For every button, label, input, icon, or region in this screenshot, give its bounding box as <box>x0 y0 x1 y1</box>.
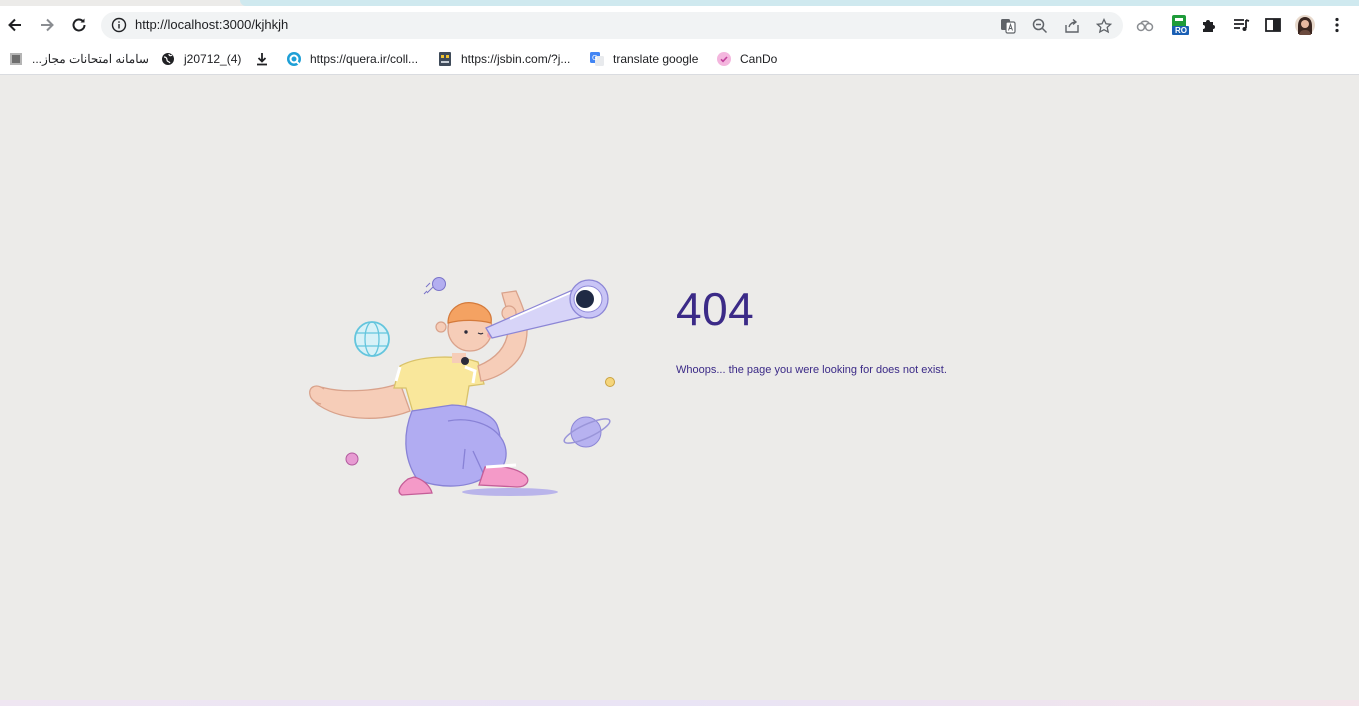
address-bar[interactable]: http://localhost:3000/kjhkjh <box>101 12 1123 39</box>
bookmark-download[interactable] <box>254 49 278 69</box>
bookmark-label: j20712_(4) <box>184 52 242 66</box>
bookmark-star-icon[interactable] <box>1095 17 1113 35</box>
bookmark-exam-portal[interactable]: سامانه امتحانات مجاز... <box>8 49 149 69</box>
bookmark-label: https://jsbin.com/?j... <box>461 52 571 66</box>
share-icon[interactable] <box>1063 17 1081 35</box>
extensions-puzzle-icon[interactable] <box>1198 14 1220 36</box>
profile-avatar[interactable] <box>1294 14 1316 36</box>
quera-icon <box>286 51 302 67</box>
bookmark-jsbin[interactable]: https://jsbin.com/?j... <box>437 49 570 69</box>
bookmark-label: CanDo <box>740 52 778 66</box>
url-text[interactable]: http://localhost:3000/kjhkjh <box>135 17 288 32</box>
error-code-heading: 404 <box>676 283 755 335</box>
telescope-boy-illustration <box>300 271 620 506</box>
google-translate-icon: G <box>589 51 605 67</box>
forward-button[interactable] <box>36 14 58 36</box>
globe-icon <box>160 51 176 67</box>
exam-portal-icon <box>8 51 24 67</box>
jsbin-icon <box>437 51 453 67</box>
browser-toolbar: http://localhost:3000/kjhkjh RO <box>0 6 1359 44</box>
bookmark-label: translate google <box>613 52 699 66</box>
media-queue-icon[interactable] <box>1230 14 1252 36</box>
extension-cloud-icon[interactable] <box>1134 14 1156 36</box>
page-content: 404 Whoops... the page you were looking … <box>0 76 1359 700</box>
back-arrow-icon <box>8 18 21 32</box>
site-info-icon[interactable] <box>111 17 127 33</box>
bookmark-quera[interactable]: https://quera.ir/coll... <box>286 49 418 69</box>
bookmark-label: سامانه امتحانات مجاز... <box>32 52 149 66</box>
side-panel-icon[interactable] <box>1262 14 1284 36</box>
translate-page-icon[interactable] <box>999 17 1017 35</box>
cando-icon <box>716 51 732 67</box>
forward-arrow-icon <box>41 18 54 32</box>
bookmarks-bar: سامانه امتحانات مجاز... j20712_(4) https… <box>0 44 1359 75</box>
reload-button[interactable] <box>68 14 90 36</box>
bookmark-label: https://quera.ir/coll... <box>310 52 419 66</box>
error-message: Whoops... the page you were looking for … <box>676 364 947 376</box>
zoom-out-icon[interactable] <box>1031 17 1049 35</box>
svg-text:G: G <box>592 54 597 62</box>
bookmark-cando[interactable]: CanDo <box>716 49 777 69</box>
bookmark-google-translate[interactable]: G translate google <box>589 49 698 69</box>
bookmark-j20712[interactable]: j20712_(4) <box>160 49 241 69</box>
extension-badge: RO <box>1175 26 1187 35</box>
window-bottom-edge <box>0 700 1359 706</box>
reload-icon <box>72 18 86 32</box>
back-button[interactable] <box>4 14 26 36</box>
download-icon <box>254 51 270 67</box>
menu-kebab-icon[interactable] <box>1326 14 1348 36</box>
extension-ro-icon[interactable]: RO <box>1169 14 1191 36</box>
